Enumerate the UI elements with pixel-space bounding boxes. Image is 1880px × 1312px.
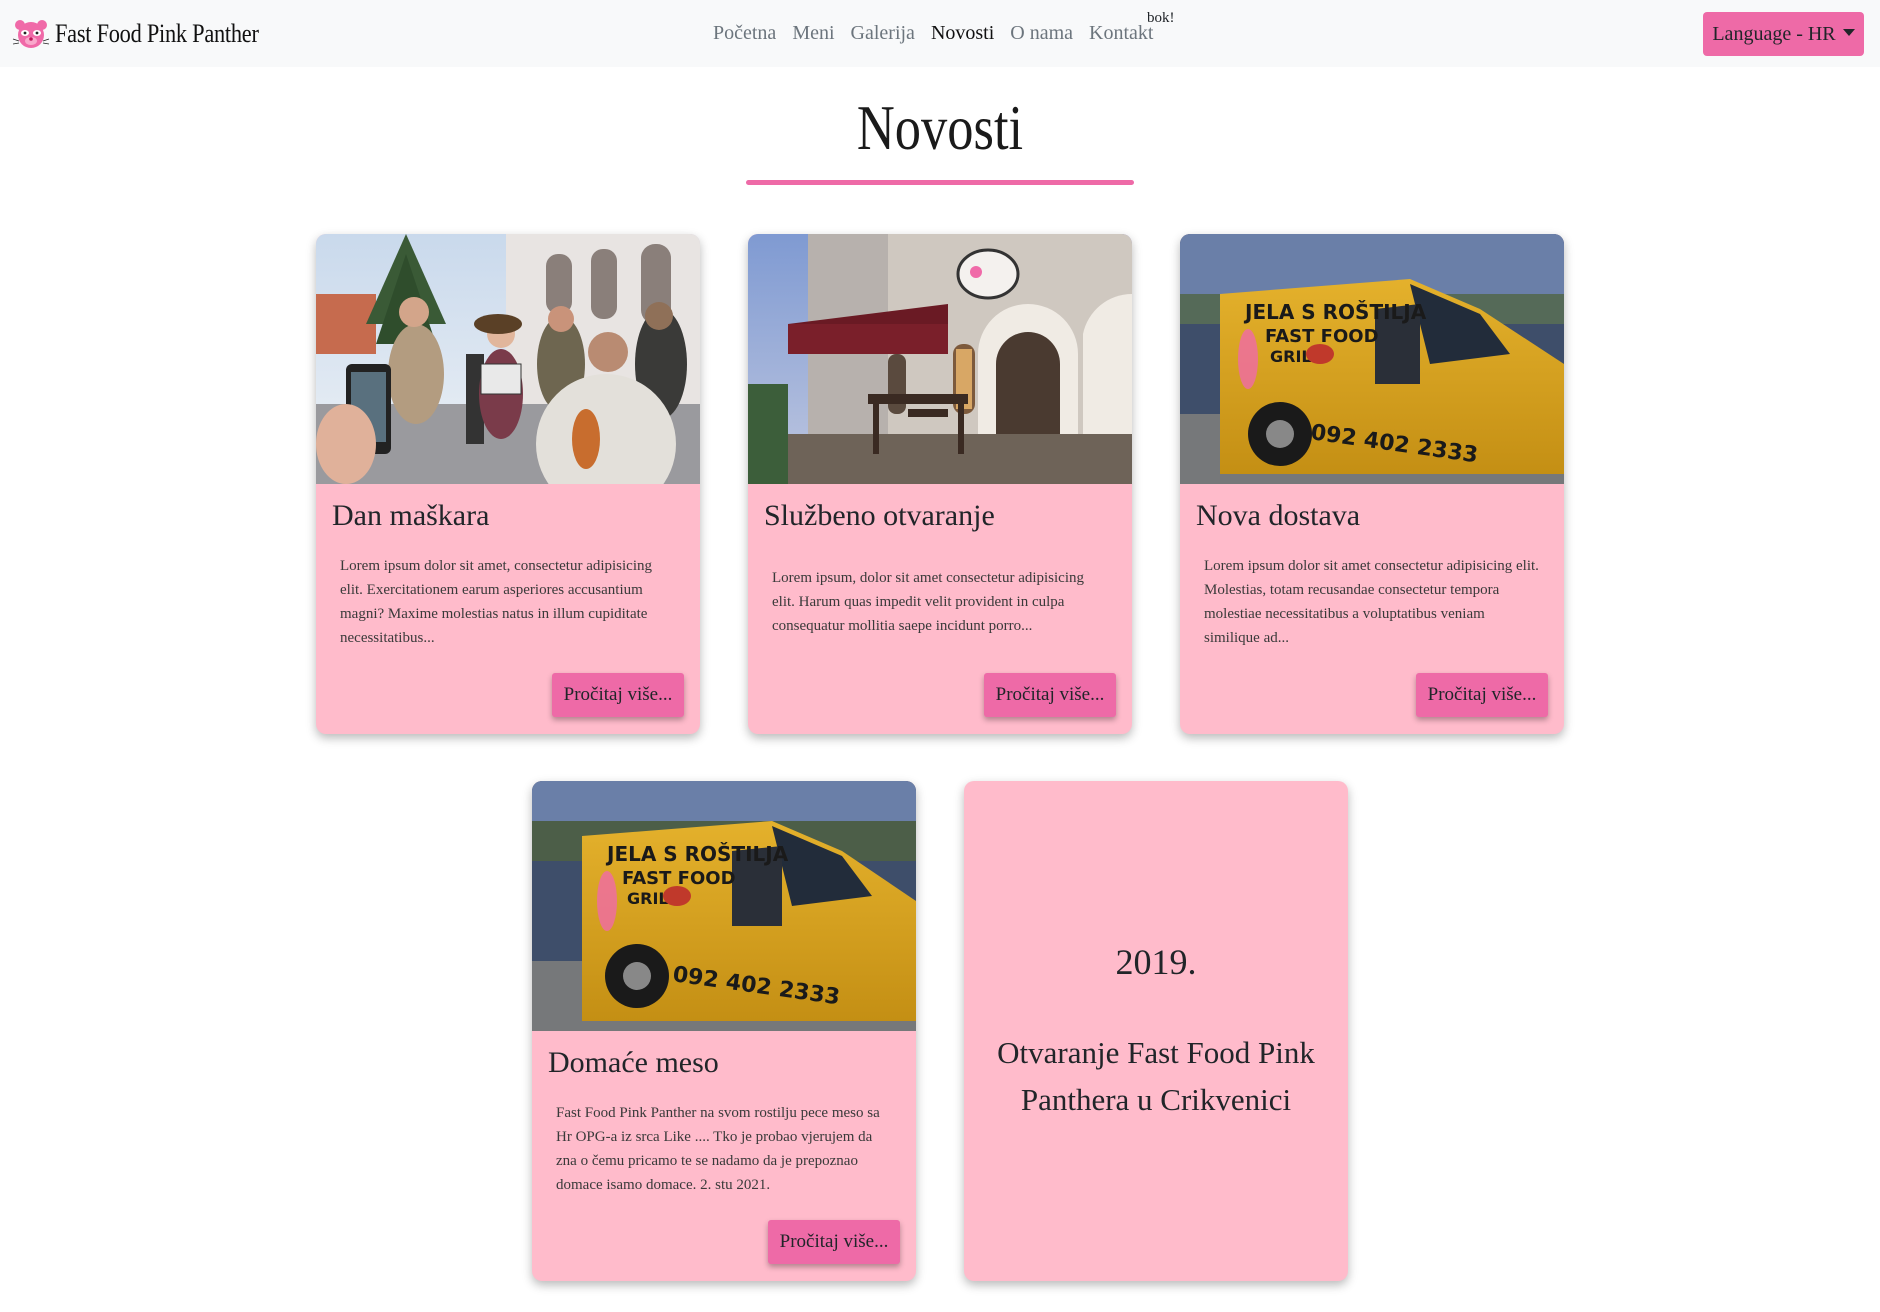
caret-down-icon <box>1842 28 1855 36</box>
top-navbar: Fast Food Pink Panther Početna Meni Gale… <box>0 0 1880 67</box>
van-text-line1: JELA S ROŠTILJA <box>605 842 789 866</box>
read-more-button[interactable]: Pročitaj više... <box>768 1220 900 1264</box>
nav-link-pocetna[interactable]: Početna <box>713 22 776 45</box>
greeting-text: bok! <box>1147 10 1175 26</box>
year-label: 2019. <box>1115 942 1197 982</box>
pink-panther-logo-icon <box>12 20 50 48</box>
news-title: Domaće meso <box>548 1046 719 1079</box>
van-text-line2: FAST FOOD <box>622 868 736 889</box>
language-dropdown-button[interactable]: Language - HR <box>1703 12 1864 56</box>
year-card: 2019. Otvaranje Fast Food Pink Panthera … <box>964 781 1348 1281</box>
news-card-domace-meso: JELA S ROŠTILJA FAST FOOD GRILL 092 402 … <box>532 781 916 1281</box>
read-more-button[interactable]: Pročitaj više... <box>1416 673 1548 717</box>
page-title: Novosti <box>856 92 1024 163</box>
nav-link-galerija[interactable]: Galerija <box>851 22 915 45</box>
van-text-line2: FAST FOOD <box>1265 326 1379 347</box>
news-title: Dan maškara <box>332 499 490 532</box>
news-excerpt: Fast Food Pink Panther na svom rostilju … <box>556 1105 880 1193</box>
delivery-van-photo: JELA S ROŠTILJA FAST FOOD GRILL 092 402 … <box>1180 234 1564 484</box>
news-excerpt: Lorem ipsum dolor sit amet consectetur a… <box>1204 558 1539 646</box>
main-nav: Početna Meni Galerija Novosti O nama Kon… <box>713 22 1169 45</box>
carnival-street-photo <box>316 234 700 484</box>
news-card-dan-maskara: Dan maškara Lorem ipsum dolor sit amet, … <box>316 234 700 734</box>
language-button-label: Language - HR <box>1712 22 1836 45</box>
nav-link-kontakt[interactable]: Kontakt <box>1089 22 1153 45</box>
van-text-line1: JELA S ROŠTILJA <box>1243 300 1427 324</box>
news-card-sluzbeno-otvaranje: Službeno otvaranje Lorem ipsum, dolor si… <box>748 234 1132 734</box>
read-more-button[interactable]: Pročitaj više... <box>984 673 1116 717</box>
brand-name: Fast Food Pink Panther <box>55 19 259 48</box>
read-more-button[interactable]: Pročitaj više... <box>552 673 684 717</box>
restaurant-storefront-photo <box>748 234 1132 484</box>
news-title: Službeno otvaranje <box>764 499 995 532</box>
brand-link[interactable]: Fast Food Pink Panther <box>11 14 292 54</box>
nav-link-meni[interactable]: Meni <box>792 22 834 45</box>
nav-link-o-nama[interactable]: O nama <box>1010 22 1073 45</box>
news-card-nova-dostava: JELA S ROŠTILJA FAST FOOD GRILL 092 402 … <box>1180 234 1564 734</box>
title-underline <box>746 180 1134 185</box>
news-excerpt: Lorem ipsum, dolor sit amet consectetur … <box>772 570 1085 634</box>
news-excerpt: Lorem ipsum dolor sit amet, consectetur … <box>340 558 653 646</box>
news-title: Nova dostava <box>1196 499 1361 532</box>
delivery-van-photo: JELA S ROŠTILJA FAST FOOD GRILL 092 402 … <box>532 781 916 1031</box>
year-caption: Otvaranje Fast Food Pink Panthera u Crik… <box>997 1035 1315 1117</box>
nav-link-novosti[interactable]: Novosti <box>931 22 994 45</box>
